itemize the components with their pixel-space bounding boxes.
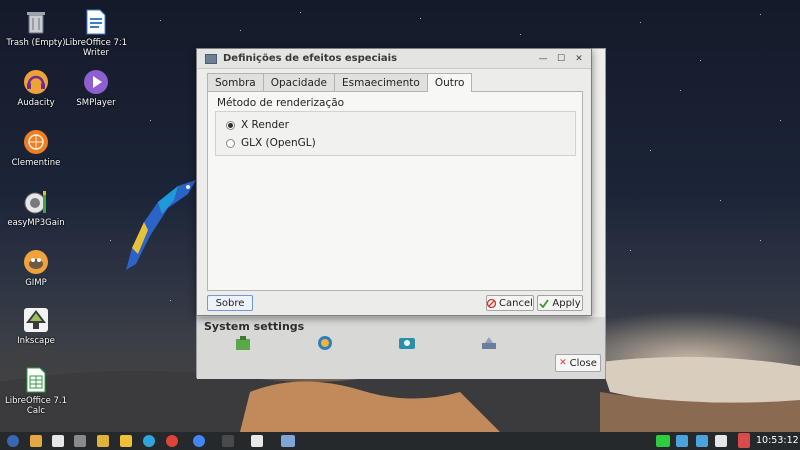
window-icon[interactable]: [281, 435, 295, 447]
smplayer-icon: [82, 68, 110, 96]
audacity-icon: [22, 68, 50, 96]
notification-icon[interactable]: [696, 435, 708, 447]
apply-button[interactable]: Apply: [537, 295, 583, 311]
window-close-button[interactable]: ✕: [571, 52, 587, 66]
tab-esmaecimento[interactable]: Esmaecimento: [334, 73, 428, 91]
desktop-icon-label: easyMP3Gain: [7, 218, 65, 228]
desktop-icon-label: LibreOffice 7.1 Calc: [4, 396, 68, 416]
desktop-icon-label: GIMP: [25, 278, 47, 288]
desktop-icon-libreoffice-writer[interactable]: LibreOffice 7.1 Writer: [64, 8, 128, 58]
user-icon[interactable]: [738, 433, 750, 448]
tab-panel-outro: Método de renderização X Render GLX (Ope…: [207, 91, 583, 291]
trash-icon: [22, 8, 50, 36]
radio-option-label: GLX (OpenGL): [241, 137, 316, 149]
wifi-icon[interactable]: [656, 435, 670, 447]
desktop-icon-label: SMPlayer: [76, 98, 116, 108]
easymp3gain-icon: [22, 188, 50, 216]
desktop-icon-smplayer[interactable]: SMPlayer: [64, 68, 128, 108]
clementine-icon: [22, 128, 50, 156]
tab-bar: Sombra Opacidade Esmaecimento Outro: [207, 73, 473, 92]
radio-dot: [228, 122, 233, 128]
maximize-button[interactable]: ☐: [553, 52, 569, 66]
maximize-icon: ☐: [556, 53, 566, 64]
radio-button[interactable]: [226, 138, 235, 148]
desktop-icon-trash[interactable]: Trash (Empty): [4, 8, 68, 48]
cancel-icon: [487, 298, 497, 308]
libreoffice-writer-icon: [82, 8, 110, 36]
window-close-icon: ✕: [575, 53, 583, 64]
toggle-icon[interactable]: [74, 435, 86, 447]
apply-button-label: Apply: [552, 297, 581, 309]
desktop-icon-clementine[interactable]: Clementine: [4, 128, 68, 168]
cancel-button-label: Cancel: [499, 297, 533, 309]
dialog-titlebar[interactable]: Definições de efeitos especiais — ☐ ✕: [197, 49, 591, 69]
settings-globe-icon[interactable]: [315, 335, 335, 351]
checkmark-icon: [539, 298, 550, 308]
close-button-label: Close: [569, 357, 597, 369]
window-icon: [205, 53, 217, 64]
about-button[interactable]: Sobre: [207, 295, 253, 311]
minimize-icon: —: [538, 53, 548, 64]
taskbar-clock[interactable]: 10:53:12: [756, 435, 799, 446]
desktop-icon-easymp3gain[interactable]: easyMP3Gain: [4, 188, 68, 228]
chrome-icon[interactable]: [166, 435, 178, 447]
radio-option-glx[interactable]: GLX (OpenGL): [226, 137, 316, 149]
package-icon[interactable]: [233, 335, 253, 351]
file-manager-icon[interactable]: [30, 435, 42, 447]
chromium-icon[interactable]: [193, 435, 205, 447]
minimize-button[interactable]: —: [535, 52, 551, 66]
libreoffice-calc-icon: [22, 366, 50, 394]
system-settings-label: System settings: [204, 320, 305, 333]
close-icon: ✕: [559, 358, 567, 368]
render-method-group: X Render GLX (OpenGL): [215, 111, 576, 156]
volume-icon[interactable]: [715, 435, 727, 447]
tab-outro[interactable]: Outro: [426, 73, 473, 92]
control-center-icon[interactable]: [52, 435, 64, 447]
desktop-icon-label: Audacity: [17, 98, 55, 108]
terminal-icon[interactable]: [222, 435, 234, 447]
folder-icon-2[interactable]: [120, 435, 132, 447]
tools-icon[interactable]: [479, 335, 499, 351]
drive-icon[interactable]: [397, 335, 417, 351]
close-button[interactable]: ✕ Close: [555, 354, 601, 372]
desktop-icon-label: Inkscape: [17, 336, 55, 346]
radio-option-label: X Render: [241, 119, 289, 131]
desktop-icon-inkscape[interactable]: Inkscape: [4, 306, 68, 346]
telegram-icon[interactable]: [143, 435, 155, 447]
desktop-icon-label: Trash (Empty): [6, 38, 66, 48]
folder-icon[interactable]: [97, 435, 109, 447]
parrot-illustration: [126, 180, 196, 270]
desktop-icon-libreoffice-calc[interactable]: LibreOffice 7.1 Calc: [4, 366, 68, 416]
desktop-icon-label: LibreOffice 7.1 Writer: [64, 38, 128, 58]
special-effects-dialog: Definições de efeitos especiais — ☐ ✕ So…: [196, 48, 592, 316]
desktop-icon-audacity[interactable]: Audacity: [4, 68, 68, 108]
start-menu-icon[interactable]: [7, 435, 19, 447]
dialog-title: Definições de efeitos especiais: [223, 53, 398, 64]
tab-sombra[interactable]: Sombra: [207, 73, 264, 91]
render-method-group-title: Método de renderização: [217, 97, 345, 109]
cancel-button[interactable]: Cancel: [486, 295, 534, 311]
inkscape-icon: [22, 306, 50, 334]
radio-option-xrender[interactable]: X Render: [226, 119, 289, 131]
gimp-icon: [22, 248, 50, 276]
radio-button-selected[interactable]: [226, 120, 235, 130]
tab-opacidade[interactable]: Opacidade: [262, 73, 336, 91]
desktop-icon-label: Clementine: [11, 158, 61, 168]
desktop-icon-gimp[interactable]: GIMP: [4, 248, 68, 288]
settings-icon[interactable]: [251, 435, 263, 447]
chat-icon[interactable]: [676, 435, 688, 447]
